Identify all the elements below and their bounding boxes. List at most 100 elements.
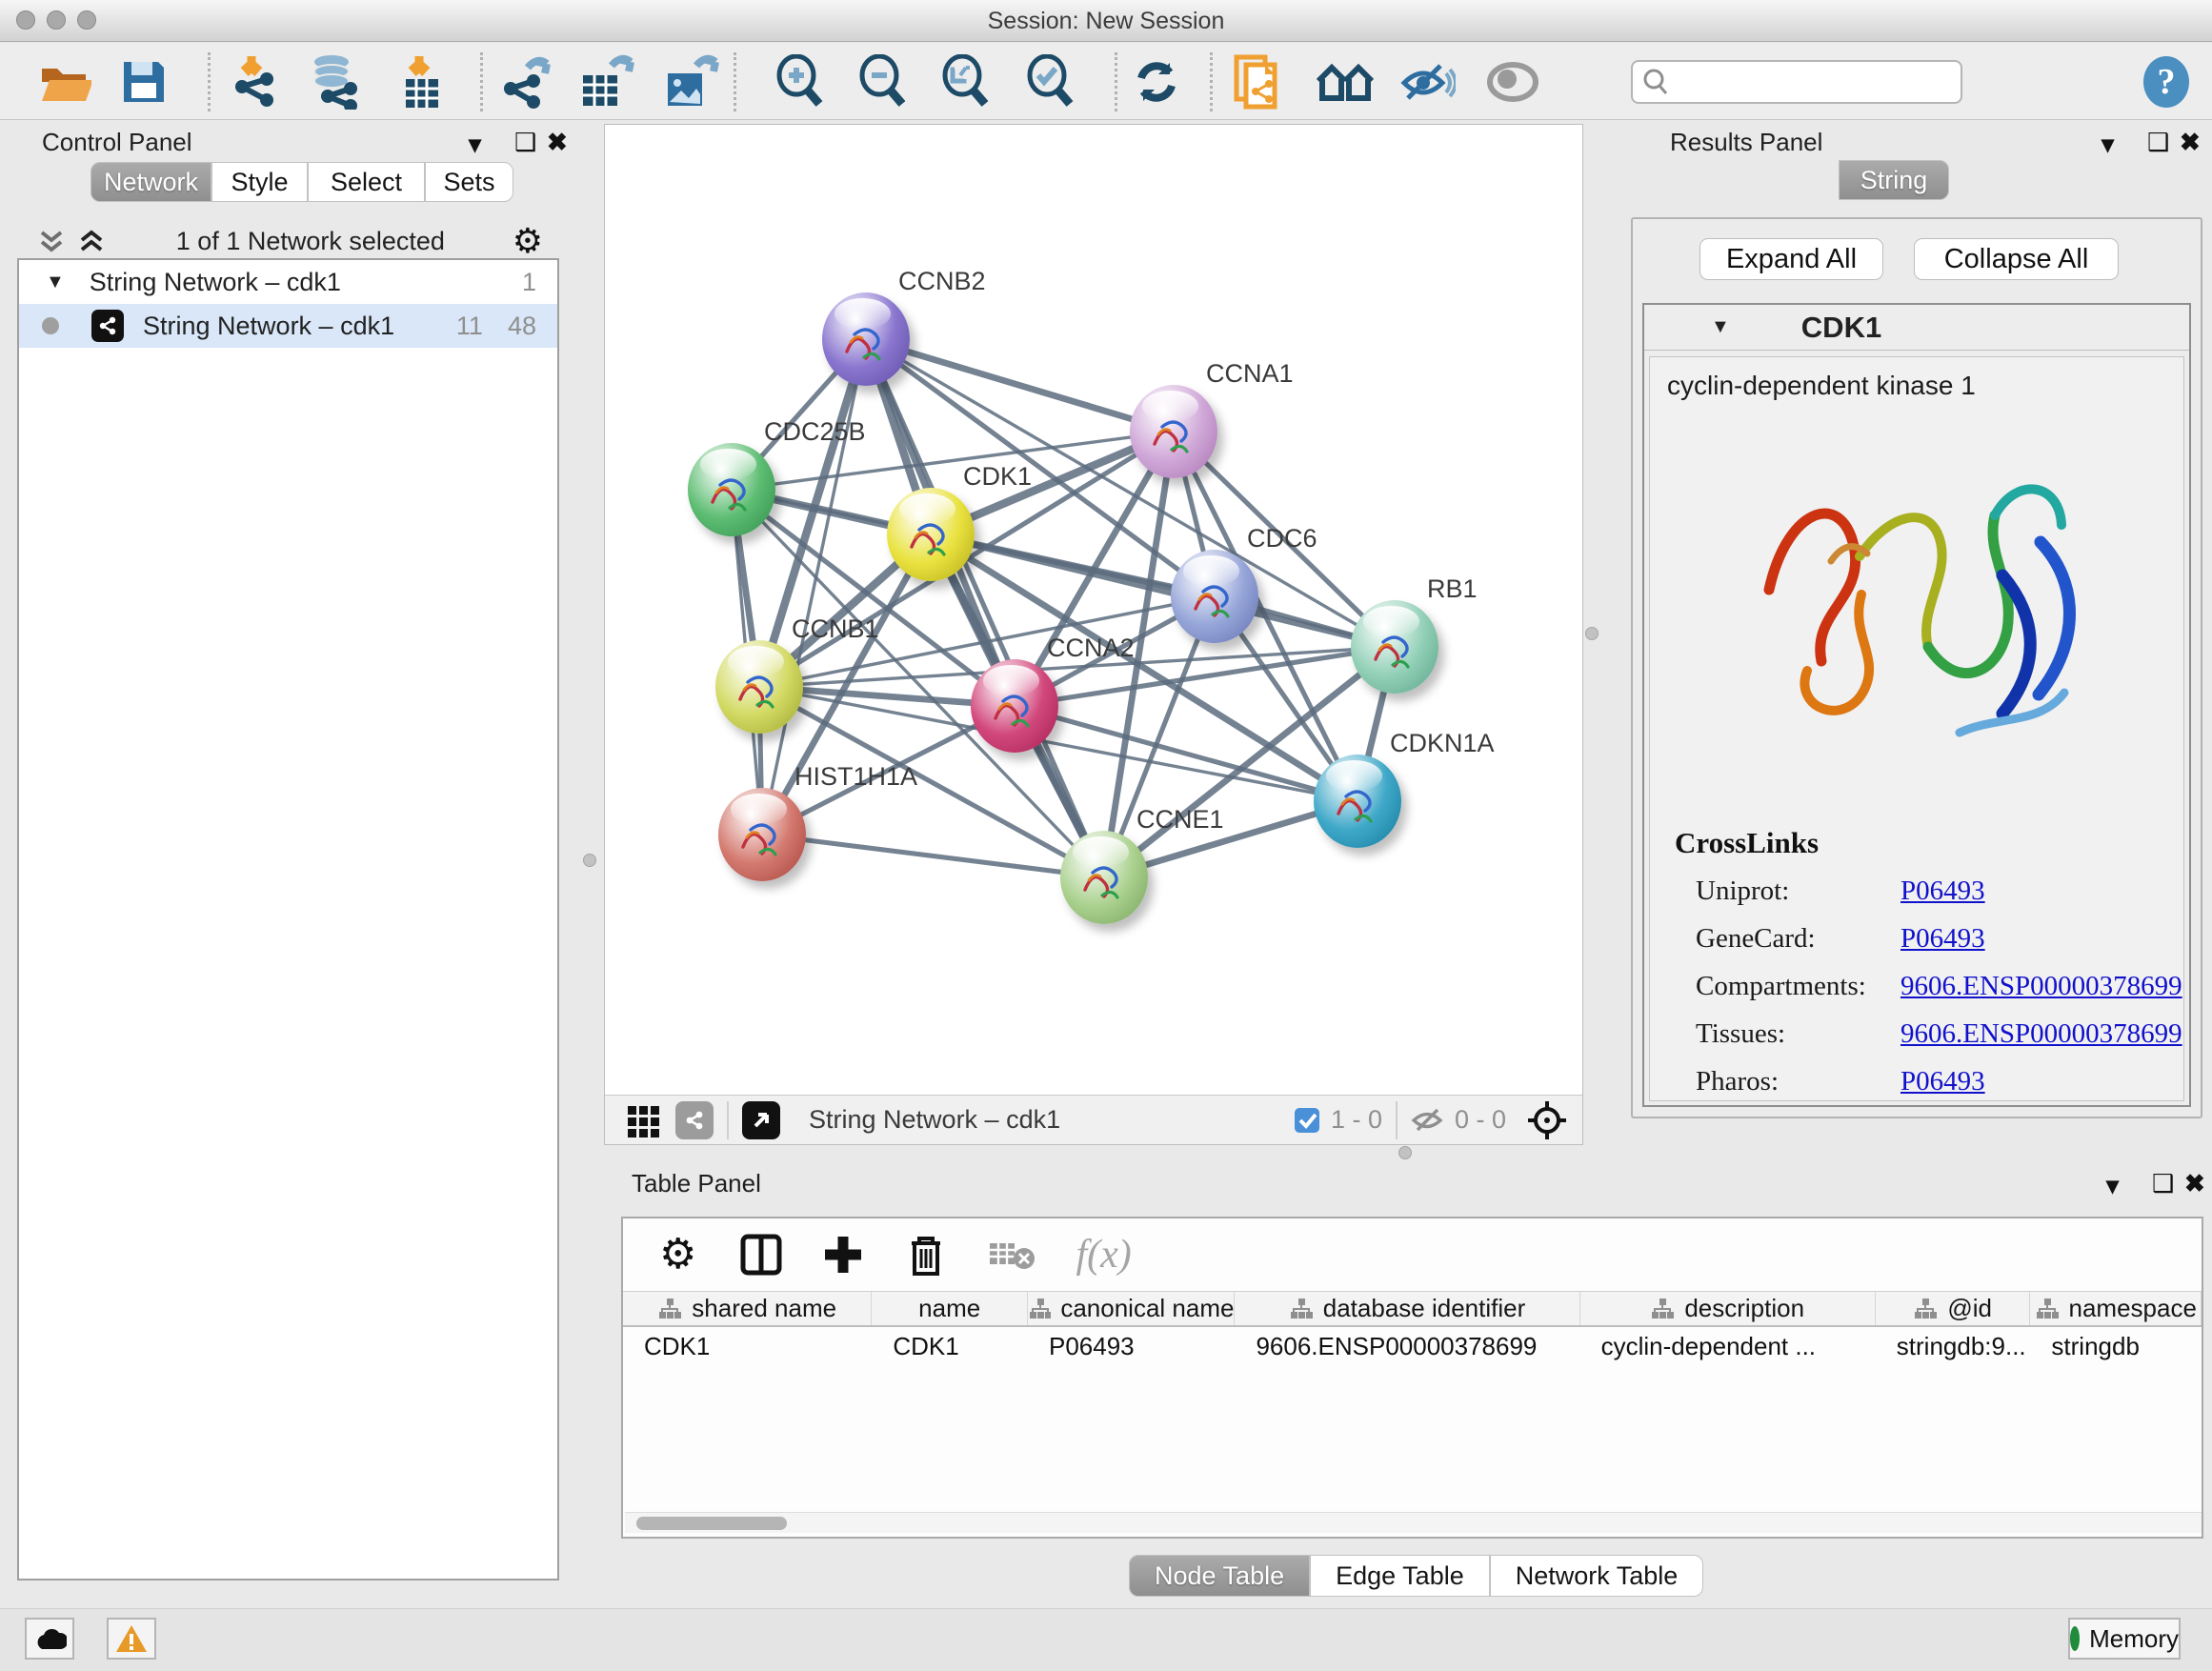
table-cell[interactable]: stringdb [2030,1327,2202,1365]
import-network-database-icon[interactable] [307,54,362,110]
import-table-file-icon[interactable] [396,54,448,110]
help-icon[interactable]: ? [2142,54,2191,110]
results-panel-close-icon[interactable]: ✖ [2180,128,2201,157]
column-header-namespace[interactable]: namespace [2030,1292,2202,1325]
tab-network-table[interactable]: Network Table [1490,1555,1704,1597]
save-session-icon[interactable] [120,54,168,110]
column-header-canonical-name[interactable]: canonical name [1028,1292,1235,1325]
table-panel-maximize-button[interactable]: ❑ [2152,1169,2174,1198]
crosslink-link[interactable]: P06493 [1900,876,1985,907]
crosslink-link[interactable]: P06493 [1900,923,1985,955]
table-cell[interactable]: stringdb:9... [1876,1327,2031,1365]
edge-CDK1-RB1[interactable] [931,534,1395,647]
network-canvas[interactable]: CCNB2CCNA1CDC25BCDK1CDC6RB1CCNB1CCNA2CDK… [605,125,1584,1095]
column-header-database-identifier[interactable]: database identifier [1235,1292,1579,1325]
birdseye-view-icon[interactable] [742,1101,780,1139]
zoom-in-icon[interactable] [774,54,827,110]
selected-checkbox-icon[interactable] [1293,1106,1321,1135]
node-ccnb2[interactable] [822,292,910,386]
edge-HIST1H1A-CCNE1[interactable] [762,835,1104,877]
table-cell[interactable]: CDK1 [623,1327,872,1365]
refresh-icon[interactable] [1132,54,1181,110]
section-collapse-arrow-icon[interactable]: ▼ [1711,316,1730,338]
node-rb1[interactable] [1351,600,1438,694]
column-header--id[interactable]: @id [1876,1292,2031,1325]
node-cdkn1a[interactable] [1314,755,1401,848]
hidden-eye-slash-icon[interactable] [1411,1106,1445,1135]
control-panel-maximize-button[interactable]: ❑ [514,128,536,157]
expand-all-icon[interactable] [74,225,109,257]
zoom-out-icon[interactable] [856,54,910,110]
edge-CCNB2-CCNA1[interactable] [866,339,1174,432]
tab-edge-table[interactable]: Edge Table [1310,1555,1490,1597]
export-network-icon[interactable] [499,54,553,110]
node-ccnb1[interactable] [715,640,803,734]
warning-status-button[interactable] [107,1618,156,1660]
control-panel-float-button[interactable]: ▾ [469,130,481,159]
column-header-name[interactable]: name [872,1292,1028,1325]
network-collection-row[interactable]: ▼ String Network – cdk1 1 [19,260,557,304]
table-cell[interactable]: P06493 [1028,1327,1235,1365]
edge-CCNB2-HIST1H1A[interactable] [762,339,866,835]
import-network-file-icon[interactable] [229,54,280,110]
column-header-shared-name[interactable]: shared name [623,1292,872,1325]
table-horizontal-scrollbar[interactable] [625,1512,2202,1533]
table-cell[interactable]: 9606.ENSP00000378699 [1235,1327,1579,1365]
collapse-all-icon[interactable] [34,225,69,257]
tab-style[interactable]: Style [211,162,308,202]
hide-panel-eye-icon[interactable] [1400,54,1456,110]
tab-string[interactable]: String [1839,160,1949,200]
delete-column-trash-icon[interactable] [906,1232,946,1278]
node-cdc6[interactable] [1171,550,1258,643]
show-panel-eye-icon[interactable] [1486,54,1539,110]
network-row-selected[interactable]: String Network – cdk1 11 48 [19,304,557,348]
control-panel-close-icon[interactable]: ✖ [547,128,568,157]
results-panel-maximize-button[interactable]: ❑ [2147,128,2169,157]
zoom-fit-icon[interactable] [939,54,993,110]
string-import-icon[interactable] [1233,54,1284,110]
node-ccna1[interactable] [1130,385,1217,478]
expand-all-button[interactable]: Expand All [1699,238,1883,280]
tab-sets[interactable]: Sets [425,162,513,202]
node-cdk1[interactable] [887,488,975,581]
crosslink-link[interactable]: 9606.ENSP00000378699 [1900,971,2182,1002]
scrollbar-thumb[interactable] [636,1517,787,1530]
network-share-icon[interactable] [675,1101,714,1139]
right-splitter-handle[interactable] [1585,627,1599,640]
node-ccne1[interactable] [1060,831,1148,924]
table-panel-float-button[interactable]: ▾ [2106,1171,2119,1200]
export-image-icon[interactable] [664,54,719,110]
grid-view-icon[interactable] [626,1102,662,1138]
collection-expand-arrow-icon[interactable]: ▼ [46,272,65,293]
tab-node-table[interactable]: Node Table [1129,1555,1310,1597]
zoom-selected-icon[interactable] [1024,54,1077,110]
search-field[interactable] [1631,60,1962,104]
create-column-plus-icon[interactable] [822,1233,864,1277]
crosslink-link[interactable]: 9606.ENSP00000378699 [1900,1018,2182,1050]
cloud-status-button[interactable] [25,1618,74,1660]
table-row[interactable]: CDK1CDK1P064939606.ENSP00000378699cyclin… [623,1327,2202,1365]
left-splitter-handle[interactable] [583,854,596,867]
node-cdc25b[interactable] [688,443,775,536]
crosslink-link[interactable]: P06493 [1900,1066,1985,1097]
table-cell[interactable]: CDK1 [872,1327,1028,1365]
string-home-icon[interactable] [1317,54,1376,110]
export-table-icon[interactable] [579,54,634,110]
show-columns-icon[interactable] [740,1233,782,1277]
results-panel-float-button[interactable]: ▾ [2101,130,2114,159]
column-header-description[interactable]: description [1580,1292,1876,1325]
memory-button[interactable]: Memory [2068,1618,2181,1660]
collapse-all-button[interactable]: Collapse All [1914,238,2119,280]
table-options-gear-icon[interactable]: ⚙ [659,1234,696,1276]
table-cell[interactable]: cyclin-dependent ... [1580,1327,1876,1365]
node-result-header[interactable]: ▼ CDK1 [1644,305,2189,351]
search-input[interactable] [1669,69,1945,95]
tab-network[interactable]: Network [90,162,211,202]
node-hist1h1a[interactable] [718,788,806,881]
tab-select[interactable]: Select [308,162,425,202]
table-panel-close-icon[interactable]: ✖ [2184,1169,2205,1198]
network-options-gear-icon[interactable]: ⚙ [513,224,543,258]
open-session-icon[interactable] [38,54,91,110]
center-view-crosshair-icon[interactable] [1525,1098,1569,1142]
node-ccna2[interactable] [971,659,1058,753]
